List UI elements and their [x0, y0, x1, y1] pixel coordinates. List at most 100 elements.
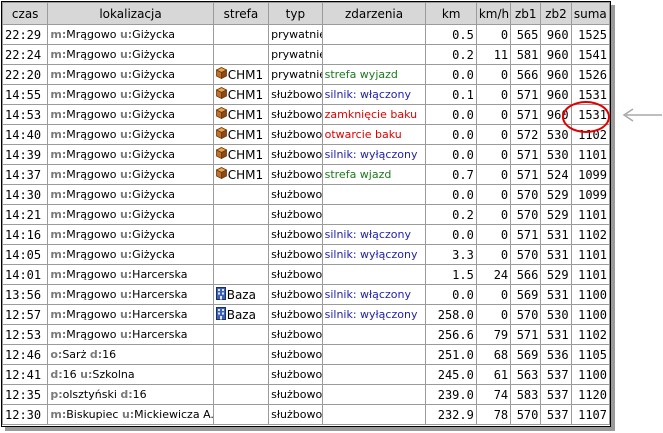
- cell-kmh: 78: [475, 404, 512, 425]
- cell-kmh: 11: [475, 44, 512, 65]
- table-row[interactable]: 22:29 m:Mrągowo u:Giżycka prywatnie 0.5 0 565…: [1, 24, 611, 45]
- cell-kmh: 0: [475, 224, 512, 245]
- event-label: silnik: wyłączony: [324, 248, 418, 261]
- cell-zb1: 566: [510, 64, 542, 85]
- location-prefix: u:: [119, 308, 133, 321]
- table-row[interactable]: 14:01 m:Mrągowo u:Harcerska służbowo 1.5 24 5…: [1, 264, 611, 285]
- cell-lokalizacja: m:Mrągowo u:Harcerska: [47, 324, 214, 345]
- location-prefix: m:: [50, 188, 67, 201]
- table-row[interactable]: 12:46 o:Sarż d:16 służbowo 251.0 68 569 536 110…: [1, 344, 611, 365]
- crate-icon: [215, 107, 227, 122]
- cell-lokalizacja: p:olsztyński d:16: [47, 384, 214, 405]
- location-prefix: u:: [80, 368, 93, 381]
- location-value: Mrągowo: [66, 228, 117, 241]
- cell-suma: 1101: [570, 244, 611, 265]
- cell-lokalizacja: m:Mrągowo u:Giżycka: [47, 164, 214, 185]
- location-prefix: m:: [50, 108, 67, 121]
- location-value: Mickiewicza A.: [134, 408, 214, 421]
- table-row[interactable]: 14:16 m:Mrągowo u:Giżycka służbowo silnik: …: [1, 224, 611, 245]
- column-header-kmh[interactable]: km/h: [475, 2, 512, 25]
- column-header-czas[interactable]: czas: [1, 2, 49, 25]
- column-header-lokalizacja[interactable]: lokalizacja: [47, 2, 214, 25]
- cell-zdarzenia: [321, 344, 427, 365]
- location-prefix: p:: [50, 388, 63, 401]
- cell-strefa: [212, 224, 270, 245]
- cell-kmh: 0: [475, 184, 512, 205]
- table-row[interactable]: 14:40 m:Mrągowo u:Giżycka CHM1 służbowo otwa…: [1, 124, 611, 145]
- table-row[interactable]: 14:55 m:Mrągowo u:Giżycka CHM1 służbowo siln…: [1, 84, 611, 105]
- cell-zdarzenia: strefa wjazd: [321, 164, 427, 185]
- cell-zdarzenia: [321, 324, 427, 345]
- cell-zb1: 570: [510, 204, 542, 225]
- cell-km: 256.6: [425, 324, 477, 345]
- location-value: Mrągowo: [66, 108, 117, 121]
- cell-zb1: 583: [510, 384, 542, 405]
- cell-czas: 22:29: [1, 24, 49, 45]
- column-header-zdarzenia[interactable]: zdarzenia: [321, 2, 427, 25]
- table-row[interactable]: 12:35 p:olsztyński d:16 służbowo 239.0 74 583…: [1, 384, 611, 405]
- cell-zb1: 566: [510, 264, 542, 285]
- cell-zb1: 571: [510, 164, 542, 185]
- cell-kmh: 0: [475, 124, 512, 145]
- location-value: Mrągowo: [66, 168, 117, 181]
- table-row[interactable]: 22:20 m:Mrągowo u:Giżycka CHM1 prywatnie str…: [1, 64, 611, 85]
- zone-name: CHM1: [227, 107, 264, 122]
- crate-icon: [215, 147, 227, 162]
- cell-strefa: [212, 184, 270, 205]
- location-value: olsztyński: [62, 388, 117, 401]
- column-header-km[interactable]: km: [425, 2, 477, 25]
- cell-km: 239.0: [425, 384, 477, 405]
- cell-zdarzenia: silnik: włączony: [321, 84, 427, 105]
- location-value: Mrągowo: [66, 28, 117, 41]
- building-icon: [215, 286, 226, 303]
- cell-km: 0.0: [425, 224, 477, 245]
- crate-icon: [215, 67, 227, 82]
- table-row[interactable]: 14:21 m:Mrągowo u:Giżycka służbowo 0.2 0 570 5…: [1, 204, 611, 225]
- cell-km: 0.0: [425, 64, 477, 85]
- event-label: silnik: włączony: [324, 88, 411, 101]
- column-header-strefa[interactable]: strefa: [212, 2, 270, 25]
- cell-zb1: 572: [510, 124, 542, 145]
- table-row[interactable]: 14:30 m:Mrągowo u:Giżycka służbowo 0.0 0 570 5…: [1, 184, 611, 205]
- location-prefix: m:: [50, 208, 67, 221]
- cell-suma: 1105: [570, 344, 611, 365]
- cell-lokalizacja: m:Mrągowo u:Giżycka: [47, 144, 214, 165]
- trip-log-table-frame: czas lokalizacja strefa typ zdarzenia km…: [1, 1, 611, 427]
- location-prefix: m:: [50, 408, 67, 421]
- column-header-zb2[interactable]: zb2: [540, 2, 572, 25]
- column-header-zb1[interactable]: zb1: [510, 2, 542, 25]
- zone-label: CHM1: [215, 67, 263, 82]
- cell-kmh: 0: [475, 144, 512, 165]
- location-value: Harcerska: [132, 308, 188, 321]
- location-prefix: u:: [119, 248, 133, 261]
- table-row[interactable]: 14:53 m:Mrągowo u:Giżycka CHM1 służbowo zamk…: [1, 104, 611, 125]
- cell-lokalizacja: o:Sarż d:16: [47, 344, 214, 365]
- cell-strefa: [212, 204, 270, 225]
- cell-km: 0.2: [425, 204, 477, 225]
- table-row[interactable]: 14:05 m:Mrągowo u:Giżycka służbowo silnik: …: [1, 244, 611, 265]
- zone-label: CHM1: [215, 167, 263, 182]
- table-row[interactable]: 14:39 m:Mrągowo u:Giżycka CHM1 służbowo siln…: [1, 144, 611, 165]
- cell-strefa: [212, 24, 270, 45]
- cell-kmh: 0: [475, 84, 512, 105]
- location-prefix: d:: [89, 348, 103, 361]
- table-row[interactable]: 13:56 m:Mrągowo u:Harcerska Baza służbowo si…: [1, 284, 611, 305]
- column-header-typ[interactable]: typ: [268, 2, 323, 25]
- zone-name: Baza: [226, 307, 256, 322]
- table-row[interactable]: 12:41 d:16 u:Szkolna służbowo 245.0 61 563 537…: [1, 364, 611, 385]
- cell-lokalizacja: d:16 u:Szkolna: [47, 364, 214, 385]
- location-prefix: m:: [50, 148, 67, 161]
- table-row[interactable]: 12:57 m:Mrągowo u:Harcerska Baza służbowo si…: [1, 304, 611, 325]
- table-row[interactable]: 12:30 m:Biskupiec u:Mickiewicza A. służbow…: [1, 404, 611, 425]
- cell-lokalizacja: m:Mrągowo u:Giżycka: [47, 84, 214, 105]
- location-value: 16: [62, 368, 77, 381]
- cell-zb1: 570: [510, 244, 542, 265]
- cell-typ: służbowo: [268, 144, 323, 165]
- table-row[interactable]: 14:37 m:Mrągowo u:Giżycka CHM1 służbowo stre…: [1, 164, 611, 185]
- column-header-suma[interactable]: suma: [570, 2, 611, 25]
- table-row[interactable]: 22:24 m:Mrągowo u:Giżycka prywatnie 0.2 11 58…: [1, 44, 611, 65]
- table-row[interactable]: 12:53 m:Mrągowo u:Harcerska służbowo 256.6 7…: [1, 324, 611, 345]
- location-prefix: d:: [50, 368, 63, 381]
- location-value: Mrągowo: [66, 148, 117, 161]
- location-prefix: m:: [50, 288, 67, 301]
